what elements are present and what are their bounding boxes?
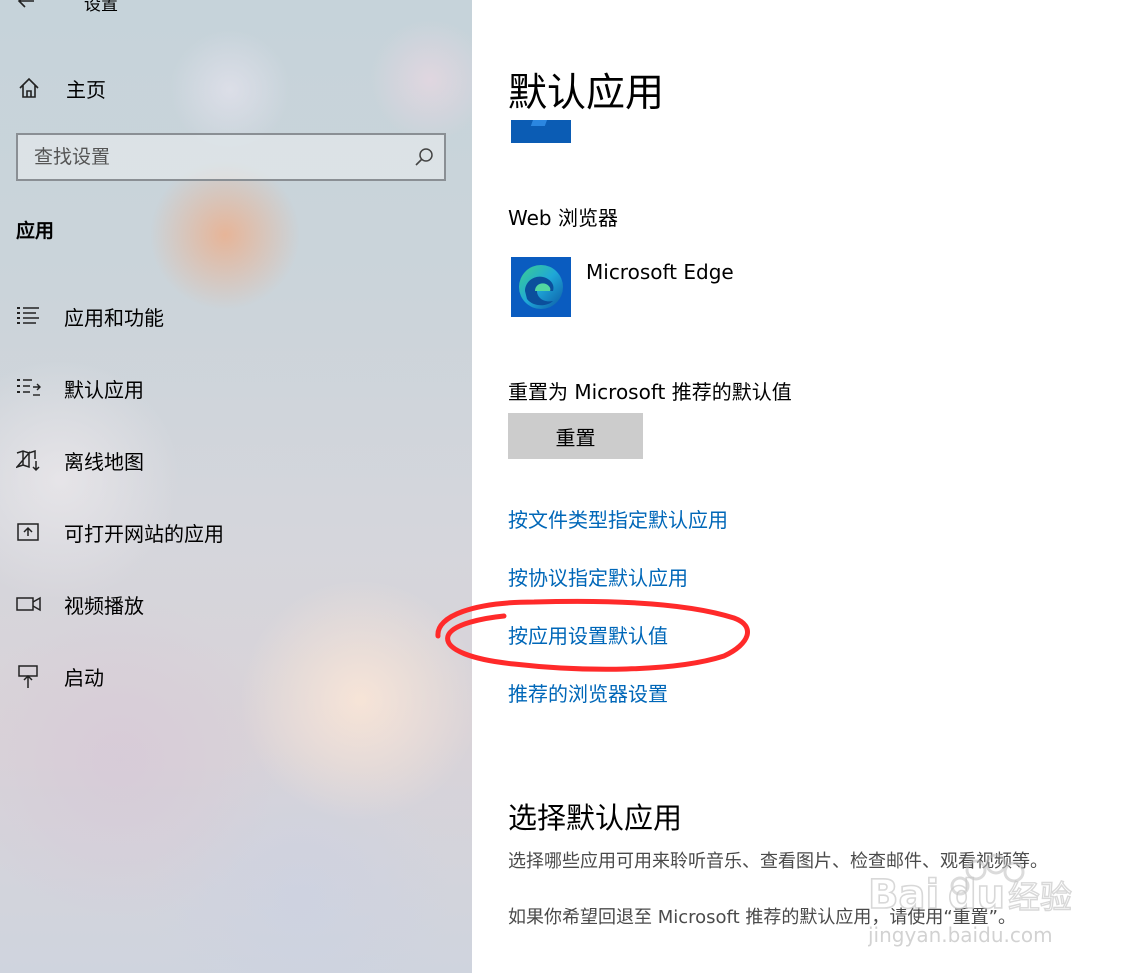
- sidebar-item-video-playback[interactable]: 视频播放: [16, 586, 144, 622]
- open-link-icon: [16, 519, 42, 545]
- choose-default-apps-heading: 选择默认应用: [508, 801, 683, 835]
- video-camera-icon: [16, 591, 42, 617]
- sidebar-item-offline-maps[interactable]: 离线地图: [16, 442, 144, 478]
- sidebar-item-apps-features[interactable]: 应用和功能: [16, 298, 164, 334]
- app-tile-icon[interactable]: [511, 120, 571, 143]
- link-default-by-file-type[interactable]: 按文件类型指定默认应用: [508, 504, 728, 533]
- default-apps-icon: [16, 375, 42, 401]
- page-title: 默认应用: [508, 71, 665, 116]
- sidebar-item-label: 主页: [66, 77, 106, 102]
- reset-heading: 重置为 Microsoft 推荐的默认值: [508, 380, 792, 404]
- section-title: 应用: [16, 220, 55, 242]
- startup-icon: [16, 663, 42, 689]
- sidebar-item-default-apps[interactable]: 默认应用: [16, 370, 144, 406]
- list-icon: [16, 303, 42, 329]
- search-box[interactable]: [16, 133, 446, 181]
- link-set-defaults-by-app[interactable]: 按应用设置默认值: [508, 620, 668, 649]
- back-arrow-icon: [17, 0, 34, 8]
- sidebar-item-home[interactable]: 主页: [16, 70, 106, 106]
- web-browser-heading: Web 浏览器: [508, 206, 618, 230]
- reset-button[interactable]: 重置: [508, 413, 643, 459]
- home-icon: [16, 75, 42, 101]
- link-recommended-browser-settings[interactable]: 推荐的浏览器设置: [508, 678, 668, 707]
- sidebar-item-apps-for-websites[interactable]: 可打开网站的应用: [16, 514, 224, 550]
- web-browser-selector[interactable]: Microsoft Edge: [511, 257, 734, 317]
- sidebar-item-label: 默认应用: [64, 377, 144, 402]
- search-input[interactable]: [18, 135, 404, 179]
- sidebar-item-label: 视频播放: [64, 593, 144, 618]
- map-download-icon: [16, 447, 42, 473]
- sidebar-item-startup[interactable]: 启动: [16, 658, 104, 694]
- sidebar-item-label: 离线地图: [64, 449, 144, 474]
- search-icon[interactable]: [414, 147, 434, 167]
- window-title: 设置: [84, 0, 118, 15]
- reset-description: 如果你希望回退至 Microsoft 推荐的默认应用，请使用“重置”。: [508, 907, 1017, 928]
- main-content: 默认应用 Web 浏览器 Microsoft Edge 重置为 Microsof…: [472, 0, 1133, 973]
- sidebar-item-label: 启动: [64, 665, 104, 690]
- link-default-by-protocol[interactable]: 按协议指定默认应用: [508, 562, 688, 591]
- back-button[interactable]: [16, 0, 36, 16]
- sidebar: 设置 主页 应用 应用和功能: [0, 0, 472, 973]
- web-browser-name: Microsoft Edge: [586, 260, 734, 284]
- sidebar-item-label: 可打开网站的应用: [64, 521, 224, 546]
- edge-browser-icon: [511, 257, 571, 317]
- choose-description: 选择哪些应用可用来聆听音乐、查看图片、检查邮件、观看视频等。: [508, 851, 1048, 872]
- sidebar-item-label: 应用和功能: [64, 305, 164, 330]
